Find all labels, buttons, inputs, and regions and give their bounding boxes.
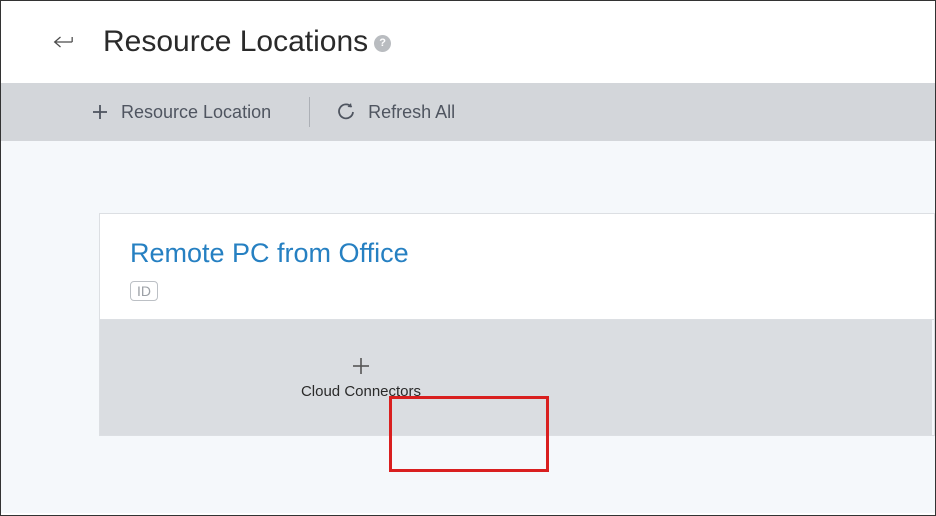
card-title[interactable]: Remote PC from Office (130, 238, 934, 269)
content-area: Remote PC from Office ID Cloud Connector… (1, 141, 935, 513)
refresh-icon (336, 102, 356, 122)
add-resource-location-label: Resource Location (121, 102, 271, 123)
toolbar-divider (309, 97, 310, 127)
add-cloud-connectors-button[interactable]: Cloud Connectors (100, 320, 622, 435)
toolbar: Resource Location Refresh All (1, 83, 935, 141)
plus-icon (350, 355, 372, 377)
add-resource-location-button[interactable]: Resource Location (91, 95, 301, 129)
refresh-all-button[interactable]: Refresh All (336, 95, 485, 129)
resource-location-card: Remote PC from Office ID Cloud Connector… (99, 213, 935, 436)
cloud-connectors-label: Cloud Connectors (301, 383, 421, 400)
id-badge[interactable]: ID (130, 281, 158, 301)
cell-divider (932, 320, 934, 435)
card-body: Cloud Connectors (100, 319, 934, 435)
page-title: Resource Locations (103, 25, 368, 59)
page-header: Resource Locations ? (1, 1, 935, 83)
back-icon[interactable] (51, 30, 75, 54)
refresh-all-label: Refresh All (368, 102, 455, 123)
help-icon[interactable]: ? (374, 35, 391, 52)
card-header: Remote PC from Office ID (100, 214, 934, 319)
plus-icon (91, 103, 109, 121)
